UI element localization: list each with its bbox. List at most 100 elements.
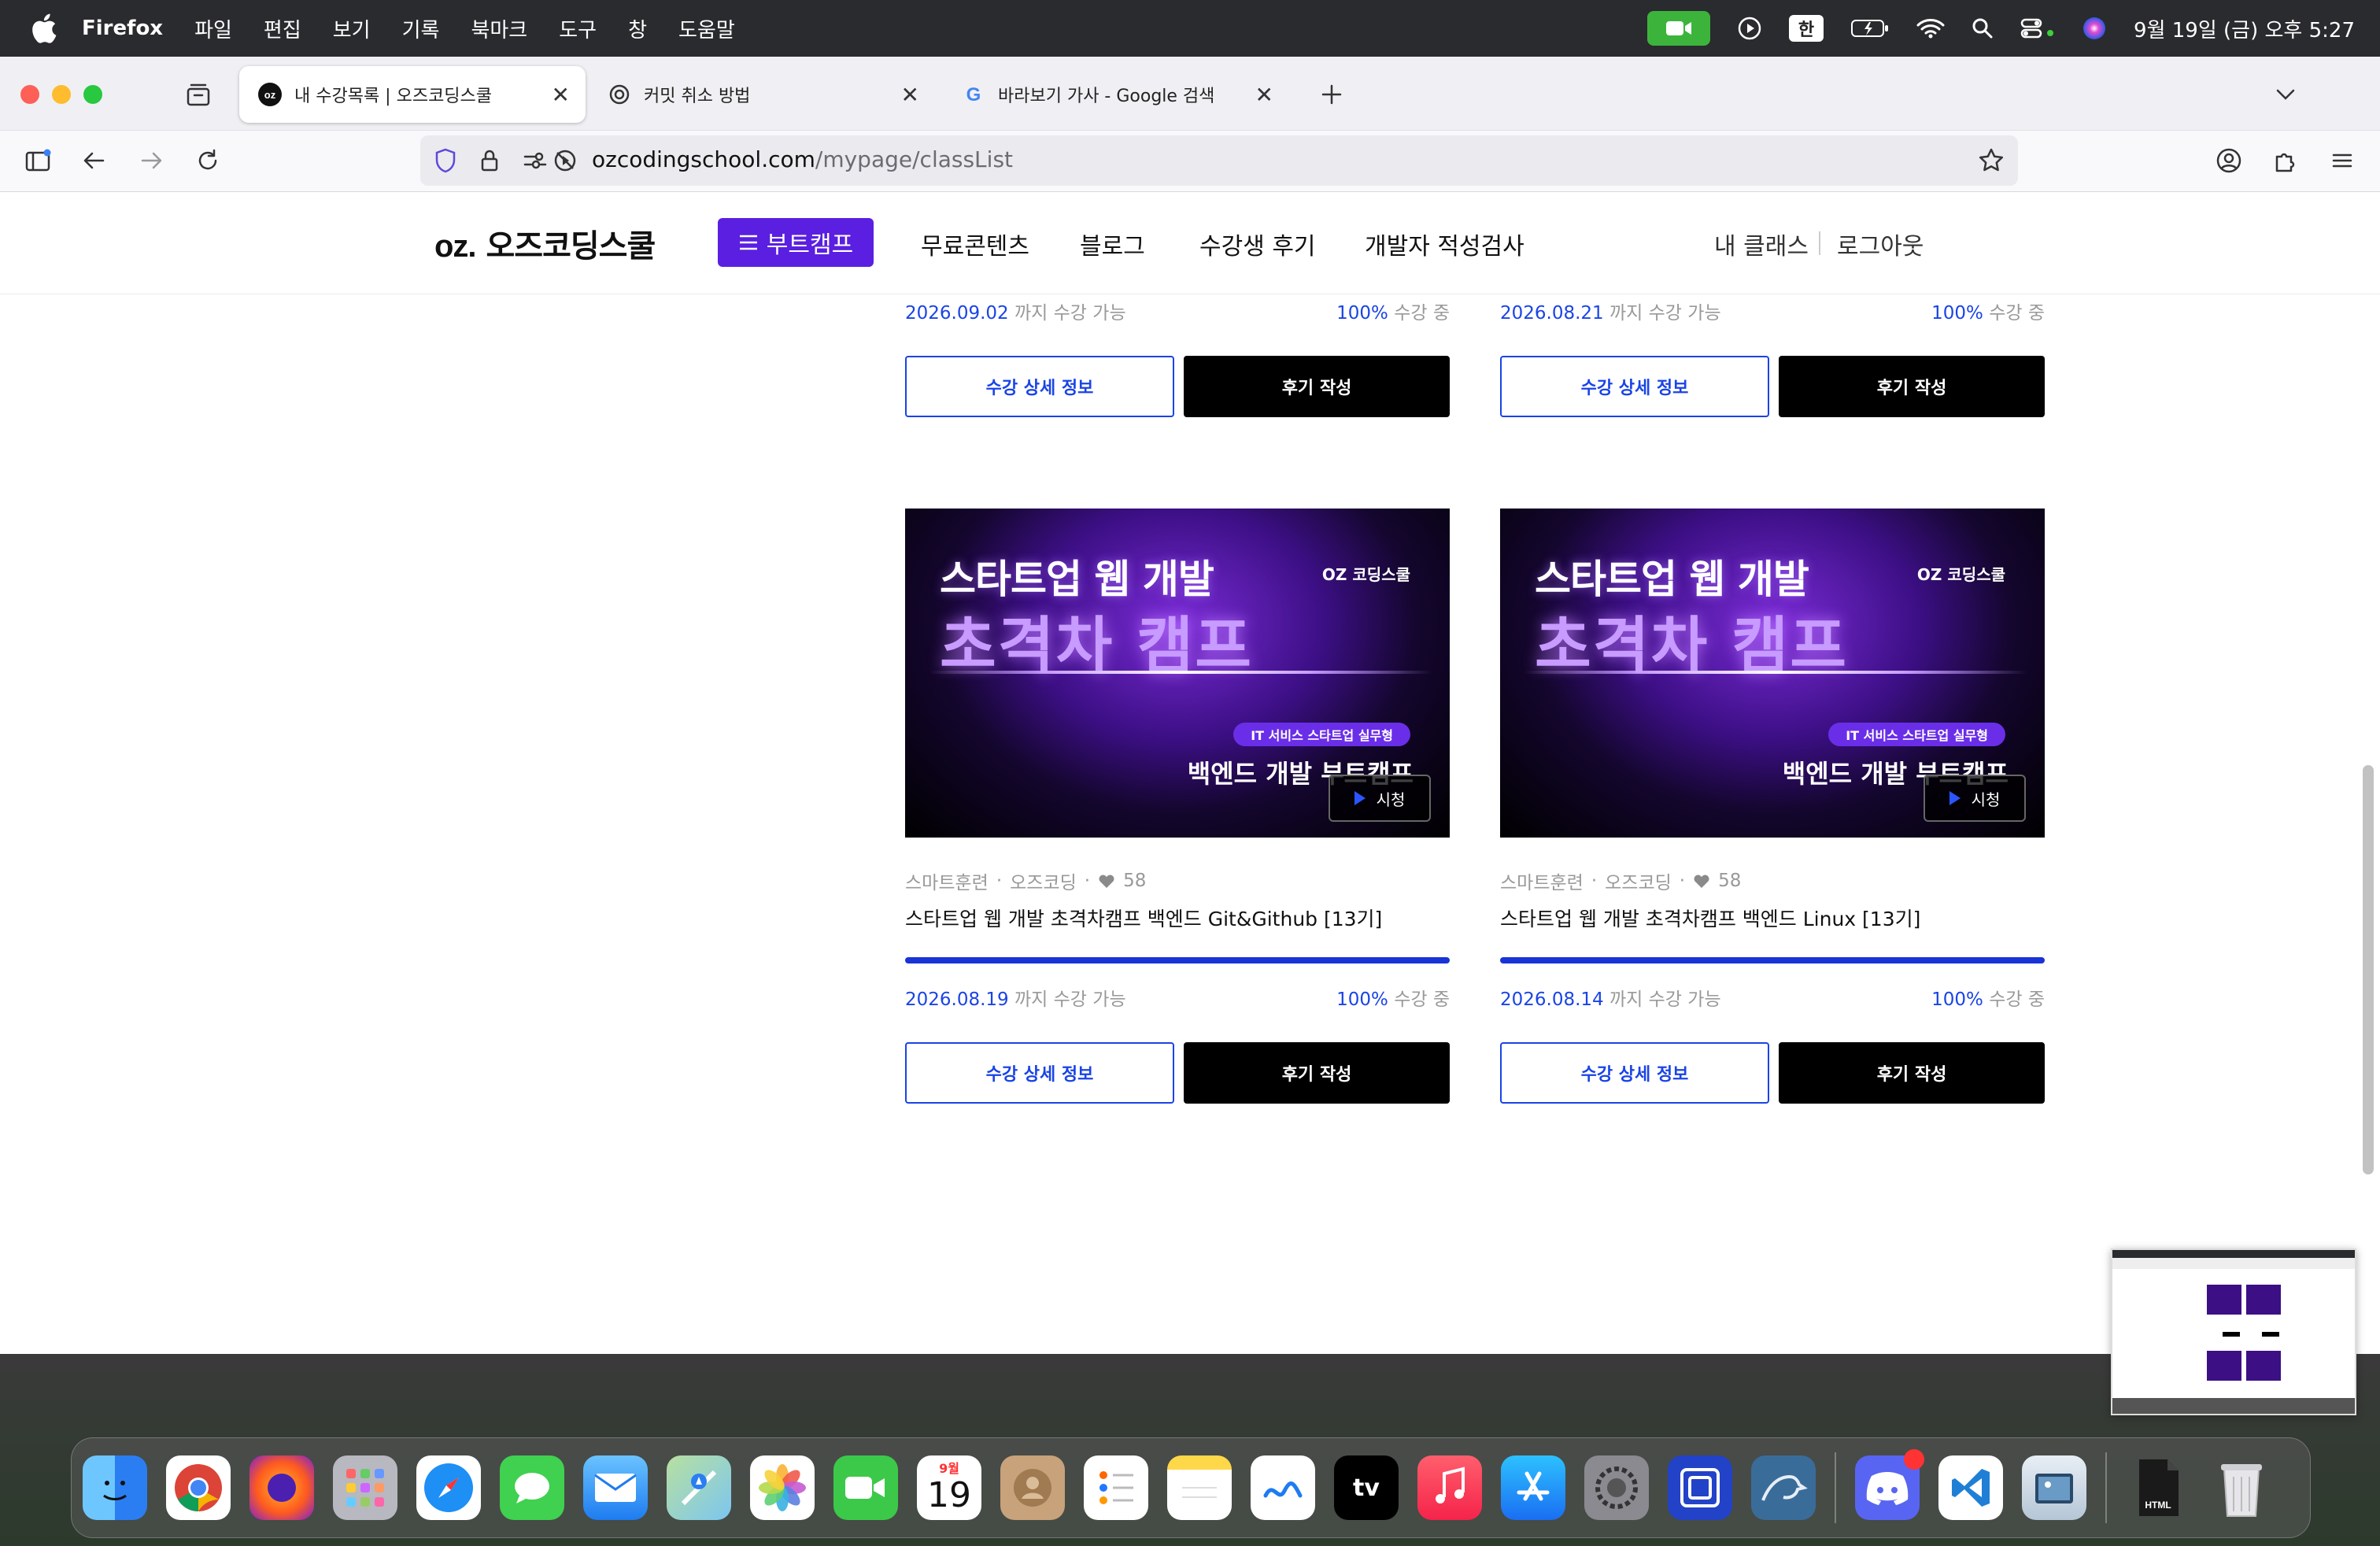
tab-close-icon[interactable]: ✕ [1255,82,1273,108]
course-detail-button[interactable]: 수강 상세 정보 [1500,1042,1769,1104]
course-thumbnail[interactable]: 스타트업 웹 개발 초격차 캠프 OZ 코딩스쿨 IT 서비스 스타트업 실무형… [1500,509,2045,838]
music-icon[interactable] [1417,1455,1482,1520]
mysql-workbench-icon[interactable] [1751,1455,1816,1520]
course-detail-button[interactable]: 수강 상세 정보 [1500,356,1769,417]
menu-view[interactable]: 보기 [333,14,371,43]
html-file-icon[interactable]: HTML [2126,1455,2190,1520]
forward-arrow-icon[interactable] [135,145,167,176]
messages-icon[interactable] [500,1455,564,1520]
reload-icon[interactable] [192,145,224,176]
firefox-icon[interactable] [249,1455,314,1520]
lock-icon[interactable] [474,145,505,176]
permissions-icon[interactable] [519,145,551,176]
menu-app-name[interactable]: Firefox [82,17,163,40]
battery-icon[interactable] [1850,17,1890,39]
autoplay-blocked-icon[interactable] [549,145,581,176]
window-zoom-button[interactable] [83,85,102,104]
site-logo[interactable]: oz. 오즈코딩스쿨 [434,220,656,266]
url-text[interactable]: ozcodingschool.com/mypage/classList [592,146,1013,172]
watch-button[interactable]: 시청 [1329,775,1431,822]
preview-app-icon[interactable] [2022,1455,2086,1520]
dot-separator: · [996,871,1003,891]
new-tab-icon[interactable] [1316,79,1347,110]
nav-reviews[interactable]: 수강생 후기 [1199,227,1316,261]
bookmark-star-icon[interactable] [1975,145,2007,176]
menu-help[interactable]: 도움말 [678,14,735,43]
menu-window[interactable]: 창 [628,14,647,43]
screenshot-preview-thumbnail[interactable] [2111,1248,2356,1415]
facetime-icon[interactable] [833,1455,898,1520]
input-source-indicator[interactable]: 한 [1789,15,1824,42]
menu-history[interactable]: 기록 [402,14,440,43]
write-review-button[interactable]: 후기 작성 [1779,356,2045,417]
photos-icon[interactable] [750,1455,815,1520]
trash-icon[interactable] [2209,1455,2274,1520]
write-review-button[interactable]: 후기 작성 [1184,1042,1450,1104]
menu-file[interactable]: 파일 [194,14,232,43]
heart-icon[interactable] [1693,873,1710,889]
notes-icon[interactable] [1167,1455,1232,1520]
thumb-pill: IT 서비스 스타트업 실무형 [1828,723,2005,746]
play-circle-icon[interactable] [1737,16,1762,41]
page-scrollbar[interactable] [2363,765,2374,1174]
nav-free-content[interactable]: 무료콘텐츠 [921,227,1029,261]
freeform-icon[interactable] [1251,1455,1315,1520]
write-review-button[interactable]: 후기 작성 [1779,1042,2045,1104]
vscode-icon[interactable] [1938,1455,2003,1520]
tab-list-chevron-icon[interactable] [2270,79,2301,110]
tab-google-search[interactable]: G 바라보기 가사 - Google 검색 ✕ [943,66,1289,123]
heart-icon[interactable] [1098,873,1115,889]
tracking-protection-shield-icon[interactable] [430,145,461,176]
account-icon[interactable] [2213,145,2245,176]
wifi-icon[interactable] [1916,17,1945,39]
back-arrow-icon[interactable] [79,145,110,176]
write-review-button[interactable]: 후기 작성 [1184,356,1450,417]
apple-tv-icon[interactable]: tv [1334,1455,1399,1520]
window-minimize-button[interactable] [52,85,71,104]
maps-icon[interactable] [667,1455,731,1520]
control-center-icon[interactable] [2020,17,2055,39]
bootcamp-menu-button[interactable]: 부트캠프 [718,218,874,267]
watch-button[interactable]: 시청 [1924,775,2026,822]
menubar-clock[interactable]: 9월 19일 (금) 오후 5:27 [2134,14,2355,43]
nav-aptitude-test[interactable]: 개발자 적성검사 [1365,227,1524,261]
window-close-button[interactable] [20,85,39,104]
tab-close-icon[interactable]: ✕ [552,82,570,108]
safari-icon[interactable] [416,1455,481,1520]
hamburger-menu-icon[interactable] [2326,145,2358,176]
course-detail-button[interactable]: 수강 상세 정보 [905,1042,1174,1104]
system-settings-icon[interactable] [1584,1455,1649,1520]
contacts-icon[interactable] [1000,1455,1065,1520]
reminders-icon[interactable] [1084,1455,1148,1520]
tab-commit-undo[interactable]: 커밋 취소 방법 ✕ [589,66,935,123]
course-title[interactable]: 스타트업 웹 개발 초격차캠프 백엔드 Linux [13기] [1500,904,1920,932]
sidebar-toggle-icon[interactable] [22,145,54,176]
card-progress: 100% 수강 중 [1336,984,1450,1011]
menu-tools[interactable]: 도구 [559,14,597,43]
finder-icon[interactable] [83,1455,147,1520]
logout-link[interactable]: 로그아웃 [1837,227,1924,261]
apple-logo-icon[interactable] [28,11,63,46]
simulator-icon[interactable] [1668,1455,1732,1520]
tab-tray-icon[interactable] [183,79,214,110]
video-camera-icon[interactable] [1647,11,1711,46]
tab-close-icon[interactable]: ✕ [901,82,919,108]
calendar-icon[interactable]: 9월 19 [917,1455,981,1520]
menu-bookmarks[interactable]: 북마크 [471,14,527,43]
launchpad-icon[interactable] [333,1455,397,1520]
course-detail-button[interactable]: 수강 상세 정보 [905,356,1174,417]
menu-edit[interactable]: 편집 [264,14,301,43]
extensions-puzzle-icon[interactable] [2270,145,2301,176]
tab-class-list[interactable]: oz 내 수강목록 | 오즈코딩스쿨 ✕ [239,66,586,123]
chrome-icon[interactable] [166,1455,231,1520]
siri-icon[interactable] [2082,16,2107,41]
thumb-brand: OZ 코딩스쿨 [1916,565,2005,584]
spotlight-search-icon[interactable] [1972,17,1994,39]
app-store-icon[interactable] [1501,1455,1565,1520]
course-title[interactable]: 스타트업 웹 개발 초격차캠프 백엔드 Git&Github [13기] [905,904,1382,932]
nav-blog[interactable]: 블로그 [1080,227,1145,261]
mail-icon[interactable] [583,1455,648,1520]
my-class-link[interactable]: 내 클래스 [1714,227,1809,261]
course-thumbnail[interactable]: 스타트업 웹 개발 초격차 캠프 OZ 코딩스쿨 IT 서비스 스타트업 실무형… [905,509,1450,838]
discord-icon[interactable] [1855,1449,1924,1520]
